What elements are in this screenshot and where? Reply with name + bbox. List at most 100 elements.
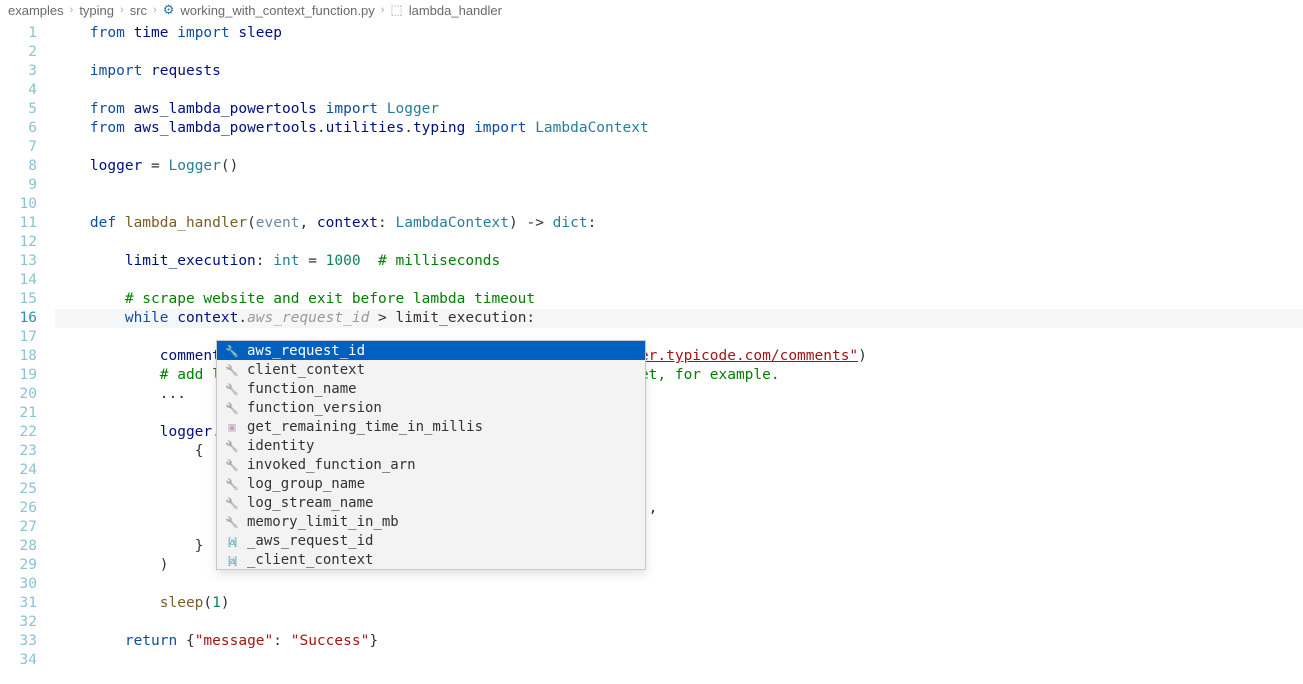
line-number: 6 <box>0 119 37 138</box>
line-number: 34 <box>0 651 37 670</box>
code-line[interactable] <box>55 43 1303 62</box>
autocomplete-popup[interactable]: aws_request_id client_context function_nam… <box>216 340 646 570</box>
wrench-icon <box>225 382 239 396</box>
cube-icon <box>225 420 239 434</box>
crumb-examples[interactable]: examples <box>8 3 64 18</box>
symbol-function-icon: ⬚ <box>390 2 402 18</box>
code-line-active[interactable]: while context.aws_request_id > limit_exe… <box>55 309 1303 328</box>
code-line[interactable]: return {"message": "Success"} <box>55 632 1303 651</box>
line-number: 27 <box>0 518 37 537</box>
line-number: 29 <box>0 556 37 575</box>
line-number: 7 <box>0 138 37 157</box>
line-number: 8 <box>0 157 37 176</box>
code-line[interactable] <box>55 613 1303 632</box>
line-number: 17 <box>0 328 37 347</box>
line-number: 2 <box>0 43 37 62</box>
line-number: 25 <box>0 480 37 499</box>
line-number: 5 <box>0 100 37 119</box>
chevron-right-icon: › <box>381 4 385 16</box>
line-number: 4 <box>0 81 37 100</box>
wrench-icon <box>225 401 239 415</box>
autocomplete-item-label: invoked_function_arn <box>247 457 637 473</box>
chevron-right-icon: › <box>153 4 157 16</box>
abc-icon <box>225 553 239 567</box>
code-line[interactable]: def lambda_handler(event, context: Lambd… <box>55 214 1303 233</box>
autocomplete-item-label: log_stream_name <box>247 495 637 511</box>
code-area[interactable]: from time import sleep import requests f… <box>55 20 1303 684</box>
line-number: 22 <box>0 423 37 442</box>
line-number: 11 <box>0 214 37 233</box>
code-line[interactable]: sleep(1) <box>55 594 1303 613</box>
code-line[interactable]: from aws_lambda_powertools.utilities.typ… <box>55 119 1303 138</box>
autocomplete-item-label: get_remaining_time_in_millis <box>247 419 637 435</box>
wrench-icon <box>225 458 239 472</box>
code-line[interactable] <box>55 233 1303 252</box>
line-number: 14 <box>0 271 37 290</box>
breadcrumb: examples › typing › src › ⚙ working_with… <box>0 0 1303 20</box>
crumb-file[interactable]: working_with_context_function.py <box>180 3 374 18</box>
code-line[interactable] <box>55 651 1303 670</box>
crumb-typing[interactable]: typing <box>79 3 114 18</box>
line-number: 28 <box>0 537 37 556</box>
chevron-right-icon: › <box>70 4 74 16</box>
code-line[interactable]: import requests <box>55 62 1303 81</box>
code-editor[interactable]: 1234567891011121314151617181920212223242… <box>0 20 1303 684</box>
line-number: 15 <box>0 290 37 309</box>
autocomplete-item[interactable]: identity <box>217 436 645 455</box>
line-number: 26 <box>0 499 37 518</box>
autocomplete-item[interactable]: _client_context <box>217 550 645 569</box>
wrench-icon <box>225 344 239 358</box>
code-line[interactable] <box>55 176 1303 195</box>
code-line[interactable] <box>55 271 1303 290</box>
code-line[interactable]: limit_execution: int = 1000 # millisecon… <box>55 252 1303 271</box>
wrench-icon <box>225 439 239 453</box>
wrench-icon <box>225 496 239 510</box>
line-number: 30 <box>0 575 37 594</box>
autocomplete-item[interactable]: function_version <box>217 398 645 417</box>
autocomplete-item-label: _aws_request_id <box>247 533 637 549</box>
line-number: 32 <box>0 613 37 632</box>
code-line[interactable] <box>55 575 1303 594</box>
line-number: 21 <box>0 404 37 423</box>
autocomplete-item-label: client_context <box>247 362 637 378</box>
line-number: 16 <box>0 309 37 328</box>
autocomplete-item[interactable]: client_context <box>217 360 645 379</box>
autocomplete-item-label: _client_context <box>247 552 637 568</box>
python-file-icon: ⚙ <box>163 2 175 18</box>
autocomplete-item-label: function_name <box>247 381 637 397</box>
line-number: 9 <box>0 176 37 195</box>
autocomplete-item-label: function_version <box>247 400 637 416</box>
code-line[interactable]: logger = Logger() <box>55 157 1303 176</box>
autocomplete-item[interactable]: log_stream_name <box>217 493 645 512</box>
line-number: 20 <box>0 385 37 404</box>
wrench-icon <box>225 515 239 529</box>
line-number: 19 <box>0 366 37 385</box>
line-number: 10 <box>0 195 37 214</box>
line-number: 18 <box>0 347 37 366</box>
inline-suggestion: aws_request_id <box>247 310 369 326</box>
line-number-gutter: 1234567891011121314151617181920212223242… <box>0 20 55 684</box>
autocomplete-item[interactable]: function_name <box>217 379 645 398</box>
autocomplete-item-label: aws_request_id <box>247 343 637 359</box>
autocomplete-item[interactable]: memory_limit_in_mb <box>217 512 645 531</box>
autocomplete-item[interactable]: invoked_function_arn <box>217 455 645 474</box>
autocomplete-item[interactable]: log_group_name <box>217 474 645 493</box>
line-number: 1 <box>0 24 37 43</box>
code-line[interactable]: from time import sleep <box>55 24 1303 43</box>
autocomplete-item[interactable]: _aws_request_id <box>217 531 645 550</box>
code-line[interactable] <box>55 81 1303 100</box>
line-number: 31 <box>0 594 37 613</box>
code-line[interactable]: from aws_lambda_powertools import Logger <box>55 100 1303 119</box>
code-line[interactable]: # scrape website and exit before lambda … <box>55 290 1303 309</box>
abc-icon <box>225 534 239 548</box>
code-line[interactable] <box>55 195 1303 214</box>
autocomplete-item[interactable]: get_remaining_time_in_millis <box>217 417 645 436</box>
crumb-symbol[interactable]: lambda_handler <box>409 3 502 18</box>
crumb-src[interactable]: src <box>130 3 147 18</box>
line-number: 24 <box>0 461 37 480</box>
code-line[interactable] <box>55 138 1303 157</box>
autocomplete-item[interactable]: aws_request_id <box>217 341 645 360</box>
autocomplete-item-label: log_group_name <box>247 476 637 492</box>
line-number: 23 <box>0 442 37 461</box>
autocomplete-item-label: memory_limit_in_mb <box>247 514 637 530</box>
